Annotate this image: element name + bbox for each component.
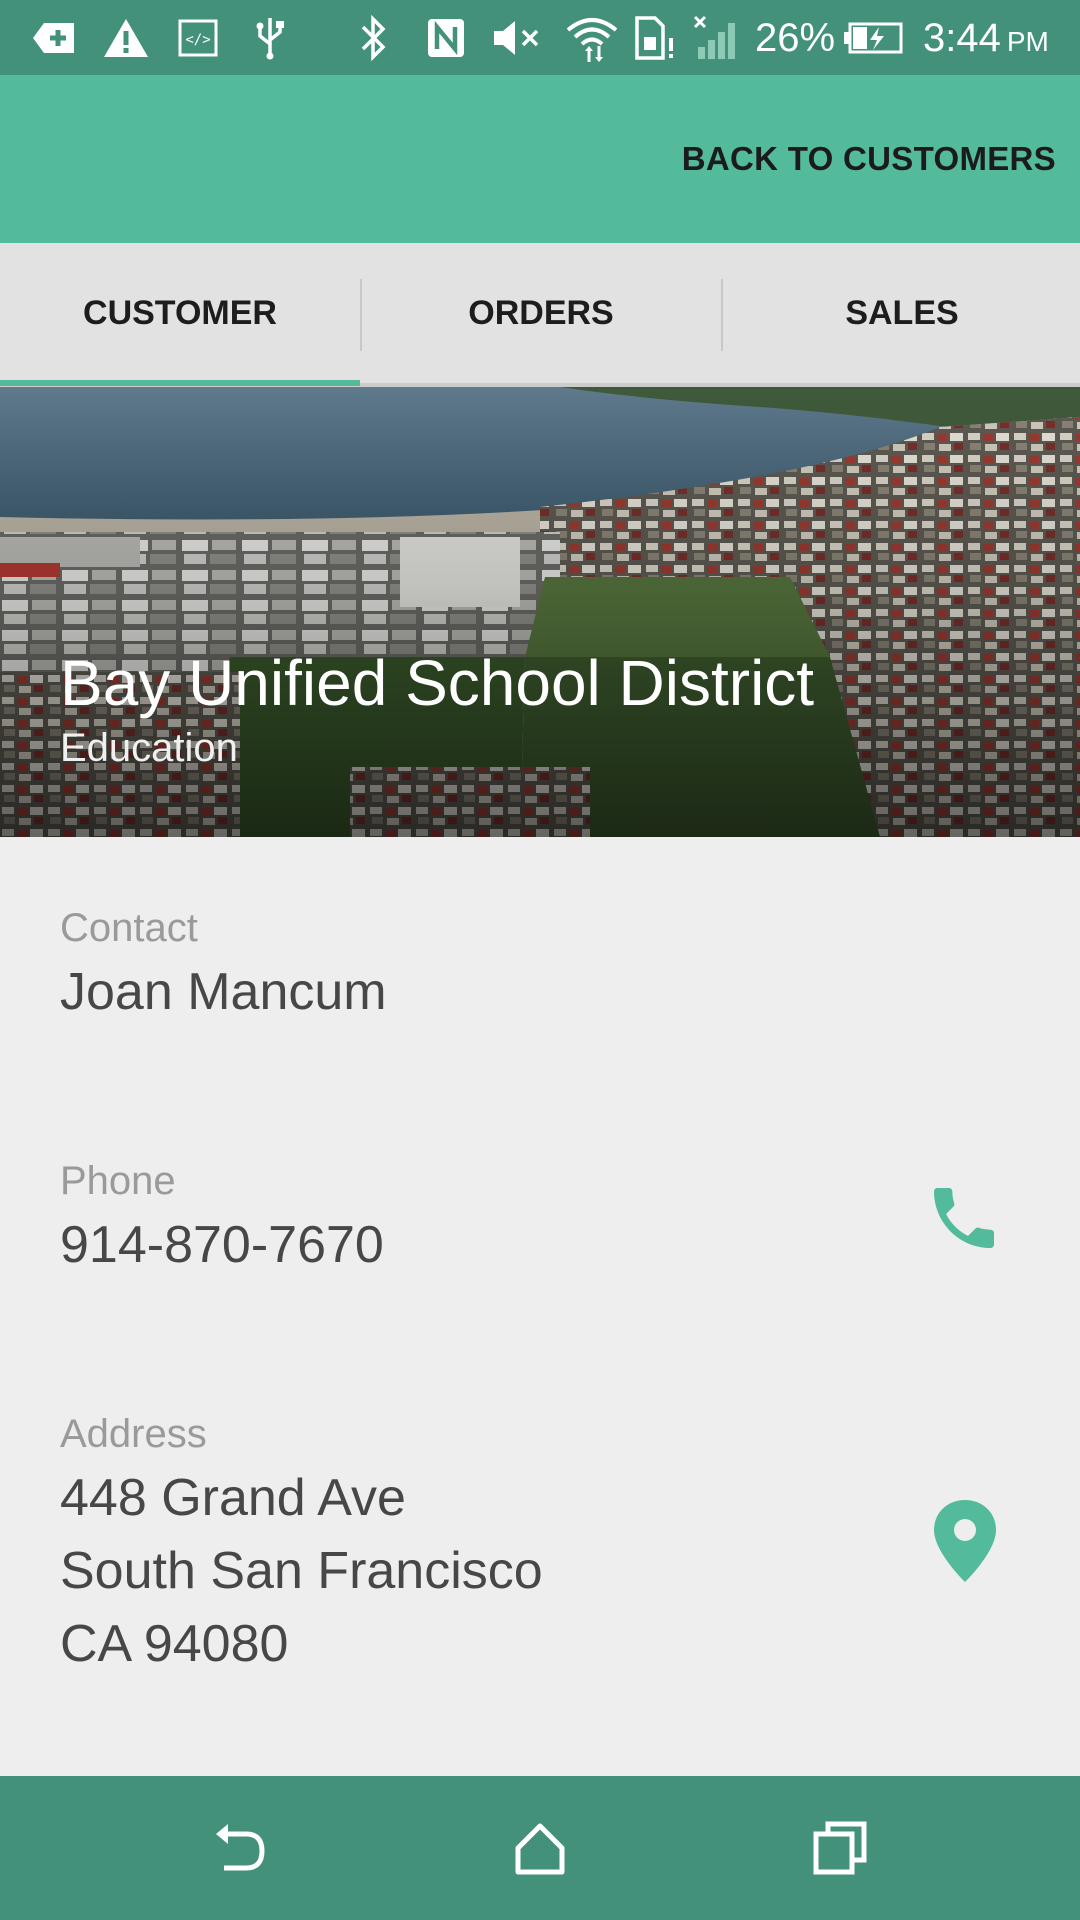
- code-icon: </>: [176, 12, 220, 64]
- sim-alert-icon: [632, 12, 678, 64]
- no-signal-icon: [692, 12, 742, 64]
- phone-value: 914-870-7670: [60, 1216, 384, 1274]
- nfc-icon: [424, 12, 468, 64]
- customer-name: Bay Unified School District: [60, 647, 815, 719]
- battery-percent: 26%: [755, 16, 836, 60]
- tab-selected-indicator: [0, 380, 360, 386]
- system-nav-bar: [0, 1776, 1080, 1920]
- clock-ampm: PM: [1006, 26, 1049, 57]
- app-bar: BACK TO CUSTOMERS: [0, 75, 1080, 243]
- wifi-icon: [564, 12, 620, 64]
- address-line3: CA 94080: [60, 1615, 289, 1673]
- contact-value: Joan Mancum: [60, 963, 387, 1021]
- customer-industry: Education: [60, 726, 238, 770]
- mute-icon: [490, 12, 546, 64]
- phone-label: Phone: [60, 1159, 176, 1203]
- tab-orders[interactable]: ORDERS: [361, 243, 721, 383]
- back-icon[interactable]: [210, 1818, 270, 1878]
- tab-sales[interactable]: SALES: [722, 243, 1080, 383]
- phone-icon[interactable]: [924, 1178, 1004, 1258]
- address-label: Address: [60, 1412, 207, 1456]
- add-notification-icon: [30, 12, 78, 64]
- warning-icon: [102, 12, 150, 64]
- clock-time: 3:44: [923, 16, 1001, 60]
- usb-icon: [250, 12, 290, 64]
- home-icon[interactable]: [510, 1818, 570, 1878]
- battery-charging-icon: [842, 12, 904, 64]
- recents-icon[interactable]: [810, 1818, 870, 1878]
- customer-hero-image: Bay Unified School District Education: [0, 387, 1080, 837]
- tab-customer[interactable]: CUSTOMER: [0, 243, 360, 383]
- clock: 3:44 PM: [923, 12, 1049, 64]
- address-line1: 448 Grand Ave: [60, 1469, 406, 1527]
- contact-label: Contact: [60, 906, 198, 950]
- status-bar: </> 26% 3:44 PM: [0, 0, 1080, 75]
- svg-text:</>: </>: [185, 32, 210, 48]
- tab-bar: CUSTOMER ORDERS SALES: [0, 243, 1080, 387]
- address-line2: South San Francisco: [60, 1542, 543, 1600]
- map-pin-icon[interactable]: [930, 1498, 1000, 1584]
- back-to-customers-button[interactable]: BACK TO CUSTOMERS: [682, 138, 1056, 180]
- bluetooth-icon: [354, 12, 394, 64]
